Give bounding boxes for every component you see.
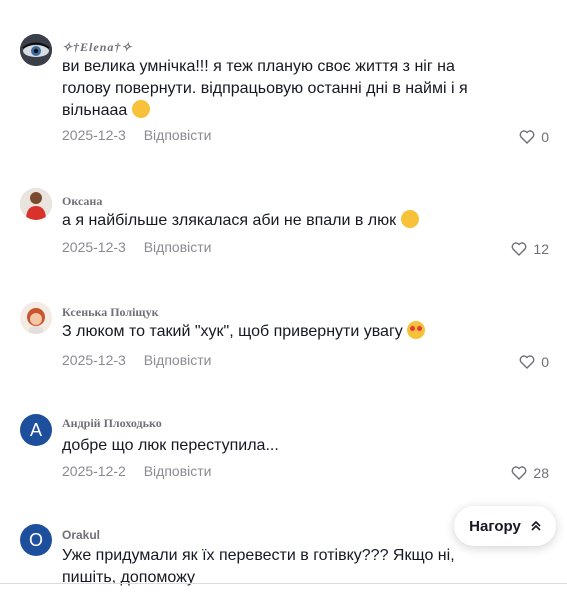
avatar[interactable]: A (20, 414, 52, 446)
comment-text: З люком то такий "хук", щоб привернути у… (62, 321, 482, 343)
avatar[interactable] (20, 188, 52, 220)
comment-meta: 2025-12-2 Відповісти (62, 463, 225, 479)
scroll-to-top-label: Нагору (469, 517, 521, 535)
comment-date: 2025-12-2 (62, 463, 126, 479)
like-count: 0 (541, 129, 549, 145)
reply-button[interactable]: Відповісти (144, 239, 212, 255)
comment-text: ви велика умнічка!!! я теж планую своє ж… (62, 56, 482, 122)
reply-button[interactable]: Відповісти (144, 352, 212, 368)
comment-meta: 2025-12-3 Відповісти (62, 127, 225, 143)
heart-eyes-emoji-icon (407, 321, 426, 339)
comment-text-content: а я найбільше злякалася аби не впали в л… (62, 212, 397, 229)
comment-text-content: ви велика умнічка!!! я теж планую своє ж… (62, 58, 468, 119)
silly-face-emoji-icon (131, 100, 150, 118)
heart-icon (519, 130, 535, 144)
comment-author[interactable]: Андрій Плоходько (62, 416, 162, 431)
like-button[interactable]: 28 (511, 465, 549, 481)
person-avatar-image (20, 302, 52, 334)
like-button[interactable]: 0 (519, 354, 549, 370)
like-count: 28 (533, 465, 549, 481)
eye-avatar-image (20, 34, 52, 66)
avatar[interactable] (20, 34, 52, 66)
comment-date: 2025-12-3 (62, 127, 126, 143)
like-button[interactable]: 0 (519, 129, 549, 145)
comment-meta: 2025-12-3 Відповісти (62, 352, 225, 368)
bottom-divider (0, 583, 567, 584)
comment-text: а я найбільше злякалася аби не впали в л… (62, 210, 482, 232)
comment-author[interactable]: Оксана (62, 194, 102, 209)
comment-text: добре що люк переступила... (62, 437, 279, 454)
comment-text-content: З люком то такий "хук", щоб привернути у… (62, 323, 403, 340)
person-avatar-image (20, 188, 52, 220)
avatar[interactable]: O (20, 524, 52, 556)
heart-icon (519, 355, 535, 369)
scroll-to-top-button[interactable]: Нагору (454, 506, 556, 546)
comment-author[interactable]: Orakul (62, 528, 100, 542)
comment-author[interactable]: Ксенька Поліщук (62, 305, 158, 320)
double-chevron-up-icon (531, 520, 541, 531)
heart-icon (512, 242, 527, 256)
reply-button[interactable]: Відповісти (144, 463, 212, 479)
comment-date: 2025-12-3 (62, 352, 126, 368)
comment-meta: 2025-12-3 Відповісти (62, 239, 225, 255)
comment-author[interactable]: ✧†Elena†✧ (62, 40, 132, 55)
worried-face-emoji-icon (400, 210, 419, 228)
heart-icon (512, 466, 527, 480)
like-count: 12 (533, 241, 549, 257)
like-button[interactable]: 12 (511, 241, 549, 257)
comment-date: 2025-12-3 (62, 239, 126, 255)
like-count: 0 (541, 354, 549, 370)
avatar[interactable] (20, 302, 52, 334)
reply-button[interactable]: Відповісти (144, 127, 212, 143)
